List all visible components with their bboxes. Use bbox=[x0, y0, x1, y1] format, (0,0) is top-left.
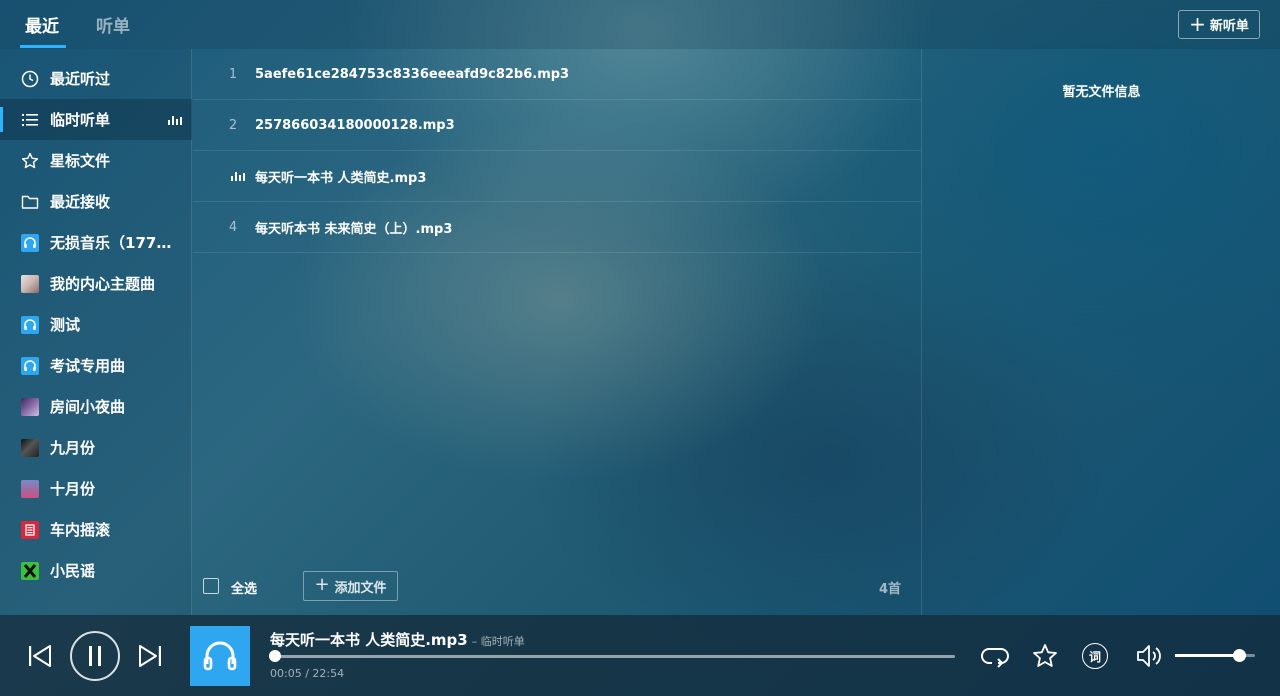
sidebar-item-recently-played[interactable]: 最近听过 bbox=[0, 58, 192, 99]
sidebar-item-label: 星标文件 bbox=[50, 152, 111, 170]
song-title: 257866034180000128.mp3 bbox=[255, 117, 455, 133]
sidebar: 最近听过 临时听单 星标文件 最近接收 无损音乐（1771… 我的内心主题曲 测… bbox=[0, 49, 192, 615]
headphones-icon bbox=[21, 356, 39, 375]
sidebar-item-label: 车内摇滚 bbox=[50, 521, 111, 539]
star-button[interactable] bbox=[1031, 642, 1059, 670]
sidebar-item-label: 临时听单 bbox=[50, 111, 111, 129]
sidebar-item-label: 房间小夜曲 bbox=[50, 398, 126, 416]
folder-icon bbox=[21, 193, 39, 211]
new-playlist-label: 新听单 bbox=[1209, 19, 1249, 34]
sidebar-item-label: 九月份 bbox=[50, 439, 96, 457]
new-playlist-button[interactable]: + 新听单 bbox=[1178, 10, 1260, 39]
repeat-button[interactable] bbox=[980, 642, 1010, 670]
list-footer: 全选 + 添加文件 4首 bbox=[193, 570, 921, 602]
progress-slider[interactable] bbox=[268, 650, 955, 662]
now-playing-song: 每天听一本书 人类简史.mp3 bbox=[270, 631, 468, 649]
sidebar-item-room-serenade[interactable]: 房间小夜曲 bbox=[0, 386, 192, 427]
skip-previous-icon bbox=[29, 645, 51, 667]
pause-icon bbox=[89, 646, 101, 666]
sidebar-item-label: 无损音乐（1771… bbox=[50, 234, 180, 252]
sidebar-item-label: 十月份 bbox=[50, 480, 96, 498]
skip-next-icon bbox=[139, 645, 161, 667]
previous-button[interactable] bbox=[26, 642, 54, 670]
song-title: 每天听一本书 人类简史.mp3 bbox=[255, 170, 427, 186]
sidebar-item-folk[interactable]: 小民谣 bbox=[0, 550, 192, 591]
song-row[interactable]: 4 每天听本书 未来简史（上）.mp3 bbox=[193, 202, 921, 253]
sidebar-item-starred[interactable]: 星标文件 bbox=[0, 140, 192, 181]
lyrics-label: 词 bbox=[1088, 649, 1101, 664]
sidebar-item-label: 最近听过 bbox=[50, 70, 111, 88]
speaker-volume-icon bbox=[1137, 645, 1161, 667]
song-number: 1 bbox=[228, 66, 238, 82]
album-cover-thumbnail bbox=[21, 520, 39, 539]
list-icon bbox=[21, 111, 39, 129]
repeat-icon bbox=[981, 648, 1009, 668]
progress-handle[interactable] bbox=[268, 650, 281, 662]
add-file-label: 添加文件 bbox=[334, 580, 387, 596]
pause-button[interactable] bbox=[70, 631, 120, 681]
headphones-icon bbox=[203, 641, 237, 671]
now-playing-source[interactable]: – 临时听单 bbox=[472, 635, 525, 648]
volume-slider[interactable] bbox=[1175, 649, 1255, 662]
select-all-checkbox[interactable] bbox=[203, 578, 219, 594]
volume-handle[interactable] bbox=[1233, 649, 1246, 662]
song-list: 1 5aefe61ce284753c8336eeeafd9c82b6.mp3 2… bbox=[193, 49, 921, 615]
song-title: 5aefe61ce284753c8336eeeafd9c82b6.mp3 bbox=[255, 66, 570, 82]
now-playing-cover[interactable] bbox=[190, 626, 250, 686]
sidebar-item-inner-theme[interactable]: 我的内心主题曲 bbox=[0, 263, 192, 304]
tab-playlists[interactable]: 听单 bbox=[96, 12, 130, 37]
add-file-button[interactable]: + 添加文件 bbox=[303, 571, 398, 601]
clock-icon bbox=[21, 70, 39, 88]
now-playing-bars-icon bbox=[168, 115, 182, 125]
now-playing-title: 每天听一本书 人类简史.mp3 – 临时听单 bbox=[270, 629, 525, 650]
sidebar-item-label: 测试 bbox=[50, 316, 81, 334]
sidebar-item-label: 考试专用曲 bbox=[50, 357, 126, 375]
sidebar-item-car-rock[interactable]: 车内摇滚 bbox=[0, 509, 192, 550]
sidebar-item-test[interactable]: 测试 bbox=[0, 304, 192, 345]
sidebar-item-recently-received[interactable]: 最近接收 bbox=[0, 181, 192, 222]
sidebar-item-label: 小民谣 bbox=[50, 562, 96, 580]
song-row-playing[interactable]: 每天听一本书 人类简史.mp3 bbox=[193, 151, 921, 202]
tab-recent[interactable]: 最近 bbox=[25, 12, 59, 37]
sidebar-item-lossless-music[interactable]: 无损音乐（1771… bbox=[0, 222, 192, 263]
plus-icon: + bbox=[1189, 11, 1206, 36]
playback-time: 00:05 / 22:54 bbox=[270, 667, 345, 680]
star-icon bbox=[1033, 644, 1057, 667]
plus-icon: + bbox=[314, 574, 330, 595]
top-bar: 最近 听单 + 新听单 bbox=[0, 0, 1280, 49]
sidebar-item-temp-playlist[interactable]: 临时听单 bbox=[0, 99, 192, 140]
song-title: 每天听本书 未来简史（上）.mp3 bbox=[255, 221, 453, 237]
song-row[interactable]: 1 5aefe61ce284753c8336eeeafd9c82b6.mp3 bbox=[193, 49, 921, 100]
star-icon bbox=[21, 152, 39, 170]
player-bar: 每天听一本书 人类简史.mp3 – 临时听单 00:05 / 22:54 词 bbox=[0, 615, 1280, 696]
no-file-info-text: 暂无文件信息 bbox=[1062, 85, 1141, 100]
album-cover-thumbnail bbox=[21, 274, 39, 293]
album-cover-thumbnail bbox=[21, 438, 39, 457]
album-cover-thumbnail bbox=[21, 479, 39, 498]
headphones-icon bbox=[21, 233, 39, 252]
active-tab-indicator bbox=[20, 45, 66, 48]
lyrics-button[interactable]: 词 bbox=[1082, 643, 1108, 669]
select-all-label[interactable]: 全选 bbox=[231, 578, 257, 597]
song-count: 4首 bbox=[878, 582, 901, 597]
album-cover-thumbnail bbox=[21, 397, 39, 416]
now-playing-bars-icon bbox=[231, 171, 245, 181]
headphones-icon bbox=[21, 315, 39, 334]
sidebar-item-exam-music[interactable]: 考试专用曲 bbox=[0, 345, 192, 386]
album-cover-thumbnail bbox=[21, 561, 39, 580]
volume-fill bbox=[1175, 654, 1239, 657]
sidebar-item-october[interactable]: 十月份 bbox=[0, 468, 192, 509]
next-button[interactable] bbox=[136, 642, 164, 670]
sidebar-item-label: 最近接收 bbox=[50, 193, 111, 211]
song-number: 4 bbox=[228, 219, 238, 235]
volume-button[interactable] bbox=[1136, 642, 1164, 670]
song-number: 2 bbox=[228, 117, 238, 133]
sidebar-item-september[interactable]: 九月份 bbox=[0, 427, 192, 468]
sidebar-item-label: 我的内心主题曲 bbox=[50, 275, 156, 293]
file-info-panel: 暂无文件信息 bbox=[921, 49, 1280, 615]
song-row[interactable]: 2 257866034180000128.mp3 bbox=[193, 100, 921, 151]
